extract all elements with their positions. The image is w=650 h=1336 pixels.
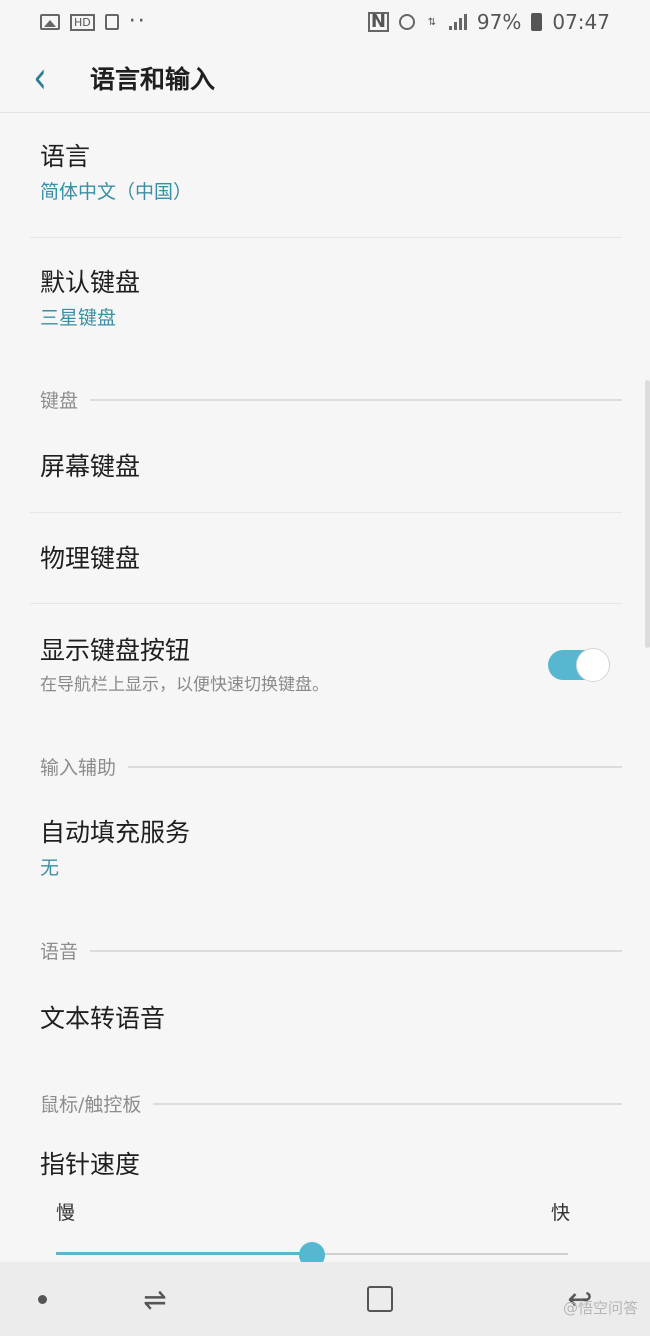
autofill-service-setting[interactable]: 自动填充服务 无 [0,816,650,882]
slider-min-label: 慢 [56,1202,76,1224]
section-mouse-touchpad-label: 鼠标/触控板 [40,1094,142,1116]
default-keyboard-title: 默认键盘 [40,268,141,297]
recent-apps-icon: ⇌ [143,1280,167,1318]
language-title: 语言 [40,142,91,171]
bag-icon [104,14,119,30]
more-dots-icon: ·· [128,9,147,34]
divider [30,603,622,604]
section-voice: 语音 [40,937,622,964]
navigation-bar: ⇌ ↩ @悟空问答 [0,1262,650,1336]
home-icon [367,1286,393,1312]
battery-percent: 97% [476,10,522,34]
default-keyboard-value: 三星键盘 [40,307,117,329]
pointer-speed-title: 指针速度 [40,1150,141,1179]
language-value: 简体中文（中国） [40,181,193,203]
section-line [128,765,622,768]
battery-icon [531,13,543,31]
settings-screen: HD ·· N ⇅ 97% 07:47 ‹ 语言和输入 语言 简体中文（中国） … [0,0,650,1336]
slider-max-label: 快 [550,1202,570,1224]
nav-dot-icon[interactable] [38,1294,47,1304]
alarm-icon [398,14,415,30]
autofill-service-value: 无 [40,857,60,879]
tts-setting[interactable]: 文本转语音 [0,1002,650,1036]
home-button[interactable] [350,1269,410,1329]
scroll-indicator[interactable] [645,380,650,648]
onscreen-keyboard-setting[interactable]: 屏幕键盘 [0,450,650,484]
image-icon [40,14,60,30]
section-mouse-touchpad: 鼠标/触控板 [40,1090,622,1117]
app-bar: ‹ 语言和输入 [0,44,650,112]
hd-icon: HD [70,13,95,31]
toggle-thumb [576,648,610,682]
status-bar: HD ·· N ⇅ 97% 07:47 [0,0,650,44]
pointer-speed-setting: 指针速度 [0,1148,650,1182]
signal-icon [448,14,467,30]
tts-title: 文本转语音 [40,1004,166,1033]
slider-fill [56,1252,312,1255]
header-divider [0,112,650,113]
divider [30,512,622,513]
chevron-left-icon: ‹ [33,52,47,104]
back-button[interactable]: ‹ [0,44,80,112]
page-title: 语言和输入 [90,65,216,94]
section-input-assist-label: 输入辅助 [40,757,117,779]
default-keyboard-setting[interactable]: 默认键盘 三星键盘 [0,266,650,332]
section-line [153,1102,622,1105]
show-keyboard-button-title: 显示键盘按钮 [40,636,191,665]
onscreen-keyboard-title: 屏幕键盘 [40,452,141,481]
physical-keyboard-title: 物理键盘 [40,544,141,573]
clock: 07:47 [552,10,610,34]
autofill-service-title: 自动填充服务 [40,818,191,847]
section-line [90,949,622,952]
section-keyboard: 键盘 [40,386,622,413]
nfc-icon: N [367,12,389,32]
show-keyboard-button-toggle[interactable] [548,648,610,682]
section-input-assist: 输入辅助 [40,753,622,780]
network-icon: ⇅ [427,16,437,28]
section-keyboard-label: 键盘 [40,390,79,412]
section-line [90,398,622,401]
section-voice-label: 语音 [40,941,79,963]
divider [30,237,622,238]
language-setting[interactable]: 语言 简体中文（中国） [0,140,650,206]
recent-apps-button[interactable]: ⇌ [125,1269,185,1329]
watermark: @悟空问答 [562,1299,638,1317]
pointer-speed-labels: 慢 快 [56,1198,570,1225]
show-keyboard-button-description: 在导航栏上显示，以便快速切换键盘。 [40,675,329,695]
physical-keyboard-setting[interactable]: 物理键盘 [0,542,650,576]
